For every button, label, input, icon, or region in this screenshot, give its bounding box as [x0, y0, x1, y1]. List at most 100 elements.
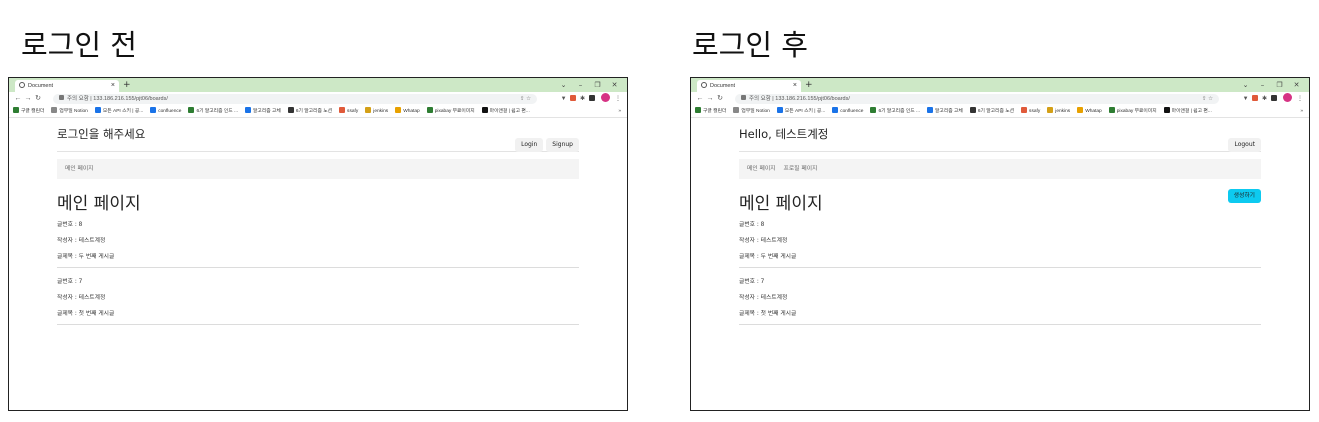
- bookmark-item[interactable]: pixabay 무료이미지: [1108, 106, 1157, 117]
- signup-button[interactable]: Signup: [546, 138, 579, 152]
- browser-tab[interactable]: Document ×: [697, 80, 801, 92]
- nav-link[interactable]: 메인 페이지: [747, 166, 776, 172]
- avatar[interactable]: [1283, 93, 1293, 102]
- sidepanel-icon[interactable]: [1270, 95, 1277, 101]
- header-buttons: Login Signup: [512, 131, 579, 152]
- post-title-link[interactable]: 두 번째 게시글: [761, 254, 797, 260]
- panel-heading-after-login: 로그인 후: [692, 28, 808, 62]
- extension-icon[interactable]: [570, 95, 577, 101]
- bookmark-item[interactable]: 업무일 Notion: [733, 106, 770, 117]
- post-title-link[interactable]: 첫 번째 게시글: [761, 311, 797, 317]
- bookmark-item[interactable]: 마이앤걸 | 쉽고 편...: [481, 106, 530, 117]
- bookmark-item[interactable]: jenkins: [1047, 106, 1070, 117]
- bookmark-item[interactable]: 6기 알고리즘 노션: [969, 106, 1014, 117]
- login-button[interactable]: Login: [515, 138, 544, 152]
- back-icon[interactable]: ←: [13, 92, 23, 106]
- bookmark-item[interactable]: 6기 알고리즘 인드 ...: [188, 106, 238, 117]
- url-input[interactable]: 주의 요함 | 133.186.216.155/pjt06/boards/ ⇪ …: [735, 94, 1219, 104]
- chevron-down-icon[interactable]: ⌄: [1237, 78, 1254, 92]
- window-controls: ⌄ – ❐ ✕: [555, 78, 623, 92]
- bookmark-icon: [927, 107, 933, 113]
- bookmark-icon: [695, 107, 701, 113]
- post-title-link[interactable]: 첫 번째 게시글: [79, 311, 115, 317]
- maximize-icon[interactable]: ❐: [589, 78, 606, 92]
- forward-icon[interactable]: →: [23, 92, 33, 106]
- share-icon[interactable]: ⇪: [1202, 96, 1207, 102]
- nav-link[interactable]: 프로필 페이지: [784, 166, 818, 172]
- create-post-button[interactable]: 생성하기: [1227, 189, 1261, 203]
- bookmark-item[interactable]: 구글 캘린더: [695, 106, 727, 117]
- bookmark-icon: [150, 107, 157, 113]
- menu-kebab-icon[interactable]: ⋮: [615, 96, 621, 102]
- close-window-icon[interactable]: ✕: [1288, 78, 1305, 92]
- tab-strip: Document × + ⌄ – ❐ ✕: [9, 78, 627, 92]
- sidepanel-icon[interactable]: [588, 95, 595, 101]
- close-icon[interactable]: ×: [793, 80, 797, 92]
- puzzle-icon[interactable]: ✱: [580, 96, 585, 102]
- maximize-icon[interactable]: ❐: [1271, 78, 1288, 92]
- chevron-down-icon[interactable]: ⌄: [555, 78, 572, 92]
- forward-icon[interactable]: →: [705, 92, 715, 106]
- more-bookmarks-icon[interactable]: »: [618, 106, 621, 117]
- bookmark-item[interactable]: ssafy: [339, 106, 358, 117]
- more-bookmarks-icon[interactable]: »: [1300, 106, 1303, 117]
- share-icon[interactable]: ⇪: [520, 96, 525, 102]
- new-tab-icon[interactable]: +: [805, 79, 813, 91]
- bookmark-item[interactable]: 모든 API 스키 | 공...: [94, 106, 143, 117]
- puzzle-icon[interactable]: ✱: [1262, 96, 1267, 102]
- post-author-link[interactable]: 테스트계정: [761, 295, 788, 301]
- bookmark-item[interactable]: 알고리즘 고체: [245, 106, 281, 117]
- nav-link[interactable]: 메인 페이지: [65, 166, 94, 172]
- bookmark-item[interactable]: 모든 API 스키 | 공...: [776, 106, 826, 117]
- bookmark-item[interactable]: Whatap: [395, 106, 420, 117]
- minimize-icon[interactable]: –: [1254, 78, 1271, 92]
- page-title: 메인 페이지: [739, 194, 823, 214]
- browser-tab[interactable]: Document ×: [15, 80, 119, 92]
- post-number-row: 글번호 : 8: [57, 217, 579, 233]
- bookmark-item[interactable]: jenkins: [365, 106, 388, 117]
- bookmark-item[interactable]: 알고리즘 고체: [927, 106, 963, 117]
- back-icon[interactable]: ←: [695, 92, 705, 106]
- page-title: 메인 페이지: [57, 194, 141, 214]
- bookmark-item[interactable]: Whatap: [1077, 106, 1102, 117]
- new-tab-icon[interactable]: +: [123, 79, 131, 91]
- bookmark-label: 마이앤걸 | 쉽고 편...: [1171, 109, 1212, 114]
- star-icon[interactable]: ☆: [1208, 96, 1213, 102]
- bookmark-item[interactable]: 마이앤걸 | 쉽고 편...: [1163, 106, 1212, 117]
- close-icon[interactable]: ×: [111, 80, 115, 92]
- bookmark-item[interactable]: ssafy: [1021, 106, 1040, 117]
- post-title-link[interactable]: 두 번째 게시글: [79, 254, 115, 260]
- post-number-label: 글번호 :: [739, 279, 759, 285]
- bookmark-label: 구글 캘린더: [703, 109, 727, 114]
- post-author-row: 작성자 : 테스트계정: [739, 290, 1261, 306]
- bookmark-item[interactable]: pixabay 무료이미지: [426, 106, 475, 117]
- bookmark-item[interactable]: 구글 캘린더: [13, 106, 44, 117]
- filter-icon[interactable]: ▼: [561, 96, 567, 102]
- url-input[interactable]: 주의 요함 | 133.186.216.155/pjt06/boards/ ⇪ …: [53, 94, 537, 104]
- bookmark-item[interactable]: confluence: [832, 106, 863, 117]
- reload-icon[interactable]: ↻: [715, 92, 725, 106]
- post-author-link[interactable]: 테스트계정: [79, 238, 106, 244]
- minimize-icon[interactable]: –: [572, 78, 589, 92]
- reload-icon[interactable]: ↻: [33, 92, 43, 106]
- bookmark-item[interactable]: 업무일 Notion: [51, 106, 88, 117]
- extension-icon[interactable]: [1252, 95, 1259, 101]
- logout-button[interactable]: Logout: [1228, 138, 1261, 152]
- star-icon[interactable]: ☆: [526, 96, 531, 102]
- bookmark-item[interactable]: 6기 알고리즘 노션: [287, 106, 332, 117]
- post-author-link[interactable]: 테스트계정: [761, 238, 788, 244]
- post-list: 글번호 : 8 작성자 : 테스트계정 글제목 : 두 번째 게시글 글번호 : 7작…: [57, 217, 579, 325]
- browser-screenshot-after-login: Document × + ⌄ – ❐ ✕ ← → ↻ 주의 요함 | 133.186.21…: [690, 77, 1310, 411]
- avatar[interactable]: [601, 93, 611, 102]
- menu-kebab-icon[interactable]: ⋮: [1297, 96, 1303, 102]
- bookmark-item[interactable]: confluence: [150, 106, 181, 117]
- page-header: 로그인을 해주세요 Login Signup: [57, 118, 579, 152]
- bookmark-label: 모든 API 스키 | 공...: [784, 109, 826, 114]
- post-author-link[interactable]: 테스트계정: [79, 295, 106, 301]
- filter-icon[interactable]: ▼: [1243, 96, 1249, 102]
- header-greeting: Hello, 테스트계정: [739, 127, 829, 141]
- bookmark-item[interactable]: 6기 알고리즘 인드 ...: [870, 106, 920, 117]
- post-item: 글번호 : 8 작성자 : 테스트계정 글제목 : 두 번째 게시글: [739, 217, 1261, 268]
- close-window-icon[interactable]: ✕: [606, 78, 623, 92]
- bookmark-label: 알고리즘 고체: [253, 109, 281, 114]
